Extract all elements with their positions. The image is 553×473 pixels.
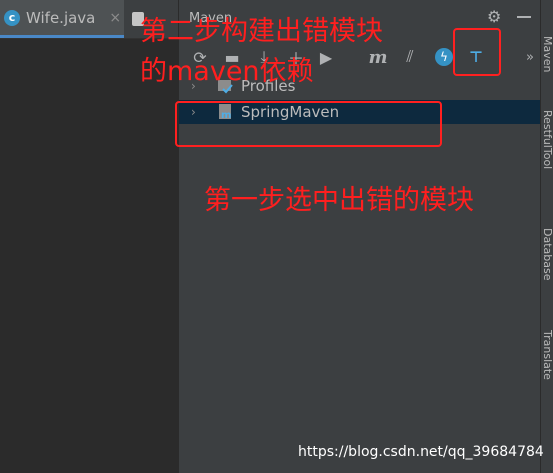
gear-icon[interactable]: ⚙ xyxy=(487,9,503,25)
stripe-tab-maven[interactable]: Maven xyxy=(541,36,553,86)
right-tool-stripe: Maven RestfulTool Database Translate xyxy=(540,0,553,473)
close-icon[interactable]: × xyxy=(109,10,121,26)
toggle-offline-icon[interactable]: ⫽ xyxy=(399,46,421,68)
stripe-tab-restfultool[interactable]: RestfulTool xyxy=(541,110,553,200)
highlight-box-dependencies xyxy=(453,28,501,76)
java-class-icon: c xyxy=(4,9,20,26)
annotation-step1: 第一步选中出错的模块 xyxy=(204,185,474,216)
tab-label: Wife.java xyxy=(26,8,96,27)
run-icon[interactable]: ▶ xyxy=(315,46,337,68)
skip-tests-icon[interactable]: ϟ xyxy=(435,48,453,66)
annotation-step2-line2: 的maven依赖 xyxy=(140,56,314,87)
annotation-step2: 第二步构建出错模块 xyxy=(140,16,383,47)
tab-wife-java[interactable]: c Wife.java × xyxy=(0,0,124,38)
execute-maven-goal-icon[interactable]: m xyxy=(367,46,389,68)
minimize-icon[interactable] xyxy=(517,16,531,18)
highlight-box-module xyxy=(175,101,442,147)
stripe-tab-database[interactable]: Database xyxy=(541,228,553,300)
more-icon[interactable]: » xyxy=(519,46,541,68)
watermark: https://blog.csdn.net/qq_39684784 xyxy=(298,444,544,460)
stripe-tab-translate[interactable]: Translate xyxy=(541,330,553,402)
